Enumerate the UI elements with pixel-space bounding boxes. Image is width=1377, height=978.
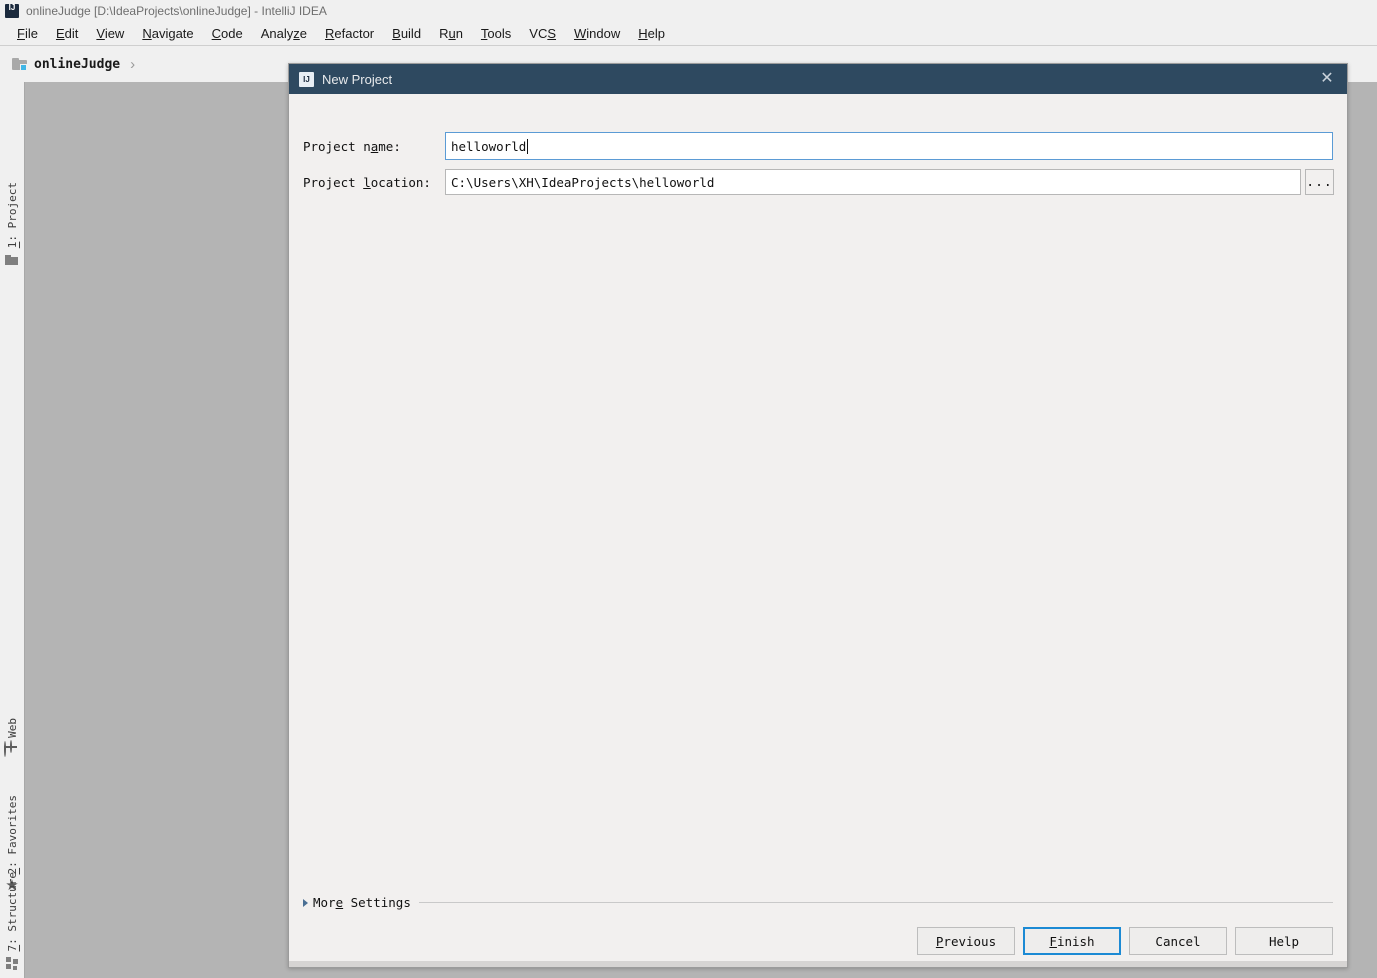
sidebar-item-web-label: Web <box>5 718 19 738</box>
menu-build[interactable]: Build <box>383 24 430 43</box>
project-location-value: C:\Users\XH\IdeaProjects\helloworld <box>451 174 715 190</box>
breadcrumb-label: onlineJudge <box>34 56 121 72</box>
more-settings-label: More Settings <box>313 895 411 910</box>
menu-tools[interactable]: Tools <box>472 24 520 43</box>
menu-navigate[interactable]: Navigate <box>133 24 202 43</box>
menu-run[interactable]: Run <box>430 24 472 43</box>
project-name-label: Project name: <box>303 138 401 154</box>
text-caret <box>527 138 529 154</box>
dialog-body: Project name: helloworld Project locatio… <box>289 94 1347 967</box>
menu-code[interactable]: Code <box>203 24 252 43</box>
sidebar-item-project-label: 1: Project <box>5 182 19 249</box>
more-settings-section[interactable]: More Settings <box>303 895 1333 910</box>
dialog-button-bar: Previous Finish Cancel Help <box>917 927 1333 955</box>
close-icon[interactable]: ✕ <box>1315 68 1339 90</box>
project-location-label: Project location: <box>303 174 431 190</box>
breadcrumb[interactable]: onlineJudge › <box>12 56 135 73</box>
help-button[interactable]: Help <box>1235 927 1333 955</box>
previous-button[interactable]: Previous <box>917 927 1015 955</box>
cancel-button[interactable]: Cancel <box>1129 927 1227 955</box>
window-title: onlineJudge [D:\IdeaProjects\onlineJudge… <box>26 4 327 18</box>
new-project-dialog: New Project ✕ Project name: helloworld P… <box>288 63 1348 968</box>
sidebar-item-structure[interactable]: 7: Structure <box>0 872 24 971</box>
section-divider <box>418 902 1333 903</box>
menu-refactor[interactable]: Refactor <box>316 24 383 43</box>
project-name-input[interactable]: helloworld <box>445 132 1333 160</box>
project-name-value: helloworld <box>451 138 527 154</box>
folder-icon <box>4 252 20 268</box>
structure-icon <box>4 955 20 971</box>
project-name-row: Project name: helloworld <box>303 132 1333 160</box>
intellij-logo-icon <box>299 71 314 87</box>
finish-button[interactable]: Finish <box>1023 927 1121 955</box>
chevron-right-icon <box>303 898 308 907</box>
sidebar-item-project[interactable]: 1: Project <box>0 182 24 268</box>
dialog-title: New Project <box>322 71 393 87</box>
project-location-input[interactable]: C:\Users\XH\IdeaProjects\helloworld <box>445 169 1301 195</box>
intellij-idea-window: onlineJudge [D:\IdeaProjects\onlineJudge… <box>0 0 1377 978</box>
sidebar-item-web[interactable]: Web <box>0 718 24 758</box>
dialog-bottom-strip <box>289 961 1347 967</box>
menu-analyze[interactable]: Analyze <box>252 24 316 43</box>
sidebar-item-favorites-label: 2: Favorites <box>5 795 19 875</box>
project-folder-icon <box>12 57 28 71</box>
project-location-row: Project location: C:\Users\XH\IdeaProjec… <box>303 169 1334 195</box>
left-toolwindow-stripe: 1: Project Web 2: Favorites ★ 7: Structu… <box>0 82 25 978</box>
menu-view[interactable]: View <box>87 24 133 43</box>
menu-help[interactable]: Help <box>629 24 674 43</box>
browse-location-button[interactable]: ... <box>1305 169 1334 195</box>
menu-file[interactable]: File <box>8 24 47 43</box>
intellij-logo-icon <box>4 3 20 19</box>
sidebar-item-structure-label: 7: Structure <box>5 872 19 952</box>
chevron-right-icon: › <box>130 55 136 73</box>
dialog-titlebar: New Project ✕ <box>289 64 1347 94</box>
menu-bar: File Edit View Navigate Code Analyze Ref… <box>0 22 1377 45</box>
menu-vcs[interactable]: VCS <box>520 24 565 43</box>
window-titlebar: onlineJudge [D:\IdeaProjects\onlineJudge… <box>0 0 1377 22</box>
menu-window[interactable]: Window <box>565 24 629 43</box>
menu-edit[interactable]: Edit <box>47 24 87 43</box>
globe-icon <box>4 740 20 758</box>
